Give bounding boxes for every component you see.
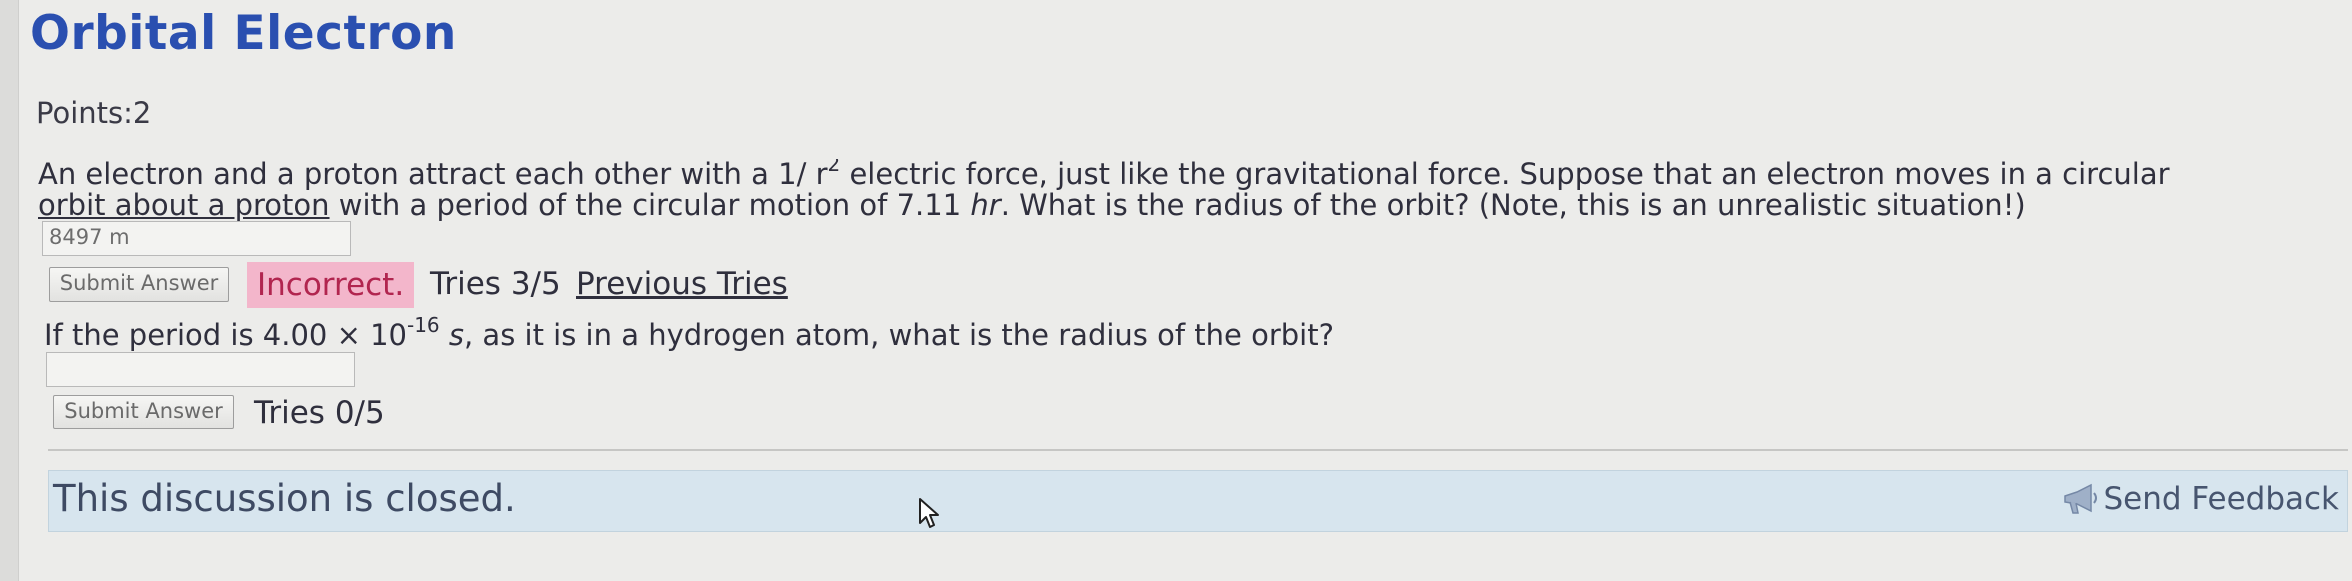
- problem-line1: An electron and a proton attract each ot…: [38, 159, 2170, 191]
- megaphone-icon: [2061, 482, 2099, 516]
- page-title: Orbital Electron: [30, 6, 457, 61]
- problem-line2-end: . What is the radius of the orbit? (Note…: [1000, 188, 2026, 221]
- section-divider: [48, 449, 2348, 451]
- left-edge-strip: [0, 0, 19, 581]
- problem-line2-mid: with a period of the circular motion of …: [329, 188, 971, 221]
- period-unit-part2: s: [448, 318, 464, 352]
- problem-text: An electron and a proton attract each ot…: [38, 159, 2348, 221]
- problem-line1-start: An electron and a proton attract each ot…: [38, 159, 828, 191]
- send-feedback-label: Send Feedback: [2103, 481, 2339, 517]
- problem-line2-start: orbit about a proton: [38, 188, 330, 221]
- problem-line1-end: electric force, just like the gravitatio…: [840, 159, 2170, 191]
- question-part2-end: , as it is in a hydrogen atom, what is t…: [463, 318, 1334, 352]
- question-part2-start: If the period is 4.00 × 10: [44, 318, 407, 352]
- submit-answer-button-part2[interactable]: Submit Answer: [53, 395, 234, 429]
- discussion-bar: This discussion is closed. Send Feedback: [48, 470, 2348, 532]
- answer-input-part2[interactable]: [46, 352, 355, 387]
- exponent: 2: [827, 159, 841, 176]
- incorrect-badge: Incorrect.: [247, 262, 415, 308]
- problem-line2: orbit about a proton with a period of th…: [38, 190, 2348, 221]
- exponent-part2: -16: [406, 313, 440, 337]
- tries-count-part2: Tries 0/5: [254, 395, 385, 431]
- answer-input-part1[interactable]: 8497 m: [42, 221, 351, 256]
- mouse-cursor-icon: [919, 498, 939, 528]
- period-unit: hr: [970, 188, 1001, 221]
- points-label: Points:2: [36, 96, 152, 130]
- previous-tries-link[interactable]: Previous Tries: [576, 266, 788, 302]
- send-feedback-link[interactable]: Send Feedback: [2061, 481, 2339, 517]
- submit-answer-button-part1[interactable]: Submit Answer: [49, 267, 229, 302]
- discussion-closed-text: This discussion is closed.: [53, 477, 516, 520]
- question-part2: If the period is 4.00 × 10-16 s, as it i…: [44, 315, 1334, 352]
- tries-count-part1: Tries 3/5: [430, 266, 561, 302]
